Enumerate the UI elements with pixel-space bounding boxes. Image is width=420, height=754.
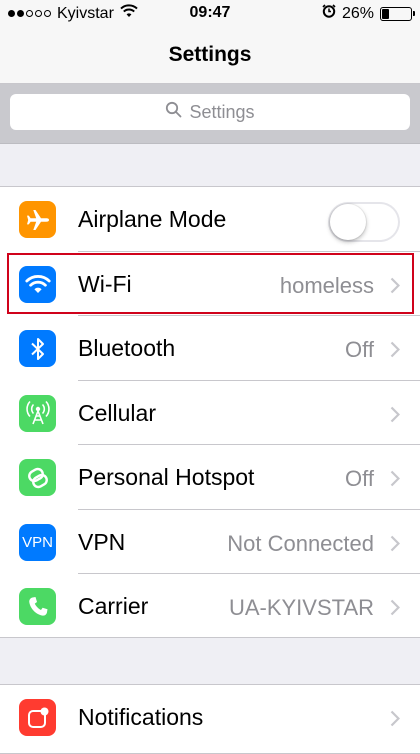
- page-title: Settings: [168, 43, 252, 66]
- cellular-antenna-icon: [19, 394, 56, 432]
- chevron-right-icon: [390, 406, 401, 428]
- settings-row-cellular[interactable]: Cellular: [0, 381, 420, 445]
- phone-icon: [19, 588, 56, 625]
- wifi-icon: [19, 265, 56, 303]
- notifications-settings-group: Notifications: [0, 684, 420, 754]
- airplane-mode-label: Airplane Mode: [78, 206, 227, 232]
- carrier-label: Carrier: [78, 593, 149, 619]
- search-input[interactable]: Settings: [10, 94, 410, 130]
- battery-fill: [382, 8, 389, 19]
- vpn-status-value: Not Connected: [227, 530, 374, 556]
- status-bar: Kyivstar 09:47 26%: [0, 0, 420, 26]
- settings-row-personal-hotspot[interactable]: Personal Hotspot Off: [0, 445, 420, 510]
- search-icon: [165, 101, 182, 123]
- notifications-label: Notifications: [78, 704, 204, 730]
- settings-row-carrier[interactable]: Carrier UA-KYIVSTAR: [0, 574, 420, 639]
- wifi-network-value: homeless: [279, 272, 374, 298]
- status-right: 26%: [322, 4, 415, 23]
- notifications-icon: [19, 699, 56, 736]
- battery-icon: [380, 6, 415, 21]
- search-placeholder: Settings: [189, 101, 255, 122]
- settings-row-airplane-mode[interactable]: Airplane Mode: [0, 187, 420, 252]
- settings-row-vpn[interactable]: VPN VPN Not Connected: [0, 510, 420, 574]
- vpn-icon-text: VPN: [22, 533, 53, 551]
- settings-row-wifi[interactable]: Wi-Fi homeless: [0, 252, 420, 316]
- personal-hotspot-label: Personal Hotspot: [78, 464, 255, 490]
- bluetooth-icon: [19, 330, 56, 367]
- settings-row-bluetooth[interactable]: Bluetooth Off: [0, 316, 420, 381]
- chevron-right-icon: [390, 277, 401, 299]
- bluetooth-label: Bluetooth: [78, 335, 176, 361]
- battery-percent: 26%: [341, 4, 374, 22]
- airplane-icon: [19, 201, 56, 238]
- vpn-label: VPN: [78, 528, 126, 555]
- connectivity-settings-group: Airplane Mode Wi-Fi homeless Bluetooth O…: [0, 186, 420, 638]
- settings-row-notifications[interactable]: Notifications: [0, 685, 420, 750]
- chevron-right-icon: [390, 599, 401, 621]
- chevron-right-icon: [390, 535, 401, 557]
- hotspot-icon: [19, 459, 56, 496]
- chevron-right-icon: [390, 341, 401, 363]
- airplane-mode-toggle[interactable]: [328, 202, 400, 242]
- bluetooth-value: Off: [345, 337, 374, 362]
- search-bar-container: Settings: [0, 84, 420, 144]
- chevron-right-icon: [390, 470, 401, 492]
- alarm-icon: [322, 4, 336, 23]
- navigation-bar: Settings: [0, 26, 420, 84]
- vpn-icon: VPN: [19, 523, 56, 561]
- carrier-value: UA-KYIVSTAR: [228, 595, 374, 620]
- wifi-label: Wi-Fi: [78, 270, 132, 297]
- cellular-label: Cellular: [78, 399, 156, 426]
- personal-hotspot-value: Off: [345, 466, 374, 491]
- toggle-knob: [330, 204, 366, 240]
- chevron-right-icon: [390, 710, 401, 732]
